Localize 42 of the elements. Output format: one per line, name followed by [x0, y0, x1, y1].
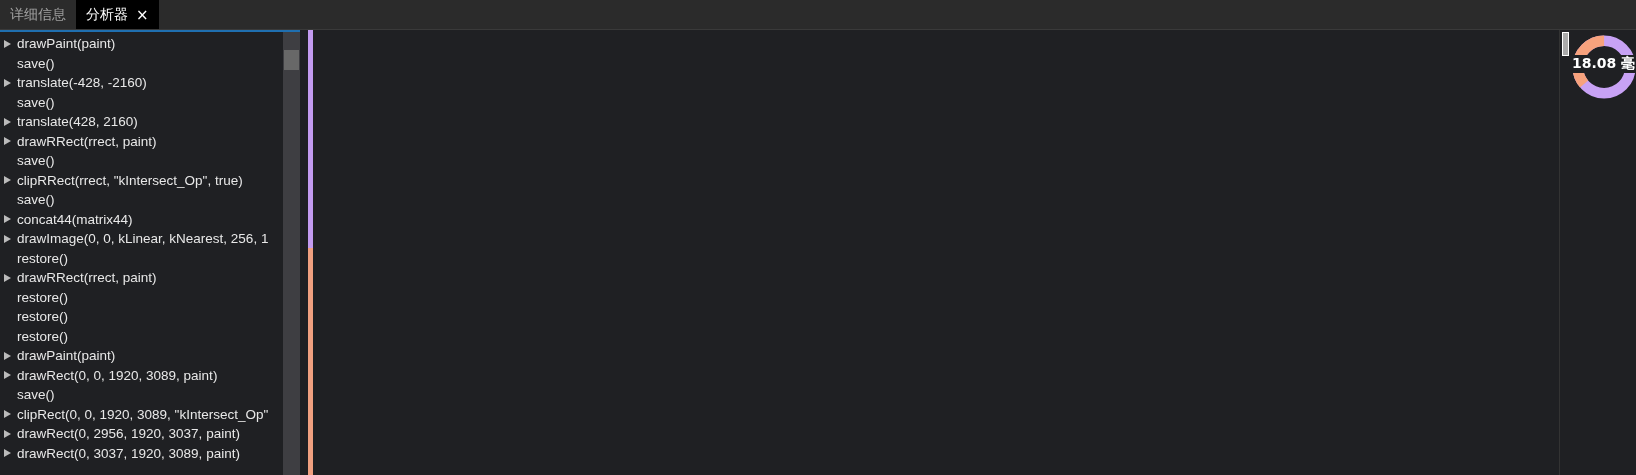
expand-triangle-icon[interactable] [4, 39, 11, 48]
frame-time-label: 18.08 毫 [1570, 55, 1636, 73]
command-text[interactable]: drawRect(0, 0, 1920, 3089, paint) [17, 367, 218, 383]
command-text[interactable]: restore() [17, 289, 68, 305]
expand-triangle-icon[interactable] [4, 429, 11, 438]
command-text[interactable]: drawPaint(paint) [17, 348, 116, 364]
command-text[interactable]: concat44(matrix44) [17, 211, 133, 227]
command-text[interactable]: save() [17, 387, 55, 403]
scrollbar[interactable] [283, 32, 300, 475]
expand-triangle-icon[interactable] [4, 78, 11, 87]
expand-triangle-icon[interactable] [4, 137, 11, 146]
expand-triangle-icon[interactable] [4, 449, 11, 458]
command-text[interactable]: save() [17, 94, 55, 110]
command-text[interactable]: translate(-428, -2160) [17, 75, 147, 91]
command-text[interactable]: restore() [17, 309, 68, 325]
tab[interactable]: 分析器 × [76, 0, 159, 29]
scrollbar-thumb[interactable] [284, 50, 299, 70]
command-text[interactable]: restore() [17, 250, 68, 266]
command-text[interactable]: save() [17, 192, 55, 208]
command-text[interactable]: clipRect(0, 0, 1920, 3089, "kIntersect_Op" [17, 406, 269, 422]
expand-triangle-icon[interactable] [4, 215, 11, 224]
command-text[interactable]: save() [17, 153, 55, 169]
tab[interactable]: 详细信息 [0, 0, 76, 29]
expand-triangle-icon[interactable] [4, 351, 11, 360]
command-text[interactable]: drawRRect(rrect, paint) [17, 133, 157, 149]
command-text[interactable]: drawPaint(paint) [17, 36, 116, 52]
expand-triangle-icon[interactable] [4, 234, 11, 243]
command-text[interactable]: clipRRect(rrect, "kIntersect_Op", true) [17, 172, 243, 188]
command-text[interactable]: drawRRect(rrect, paint) [17, 270, 157, 286]
command-text[interactable]: save() [17, 55, 55, 71]
command-text[interactable]: drawImage(0, 0, kLinear, kNearest, 256, 1 [17, 231, 269, 247]
expand-triangle-icon[interactable] [4, 371, 11, 380]
command-text[interactable]: drawRect(0, 3037, 1920, 3089, paint) [17, 445, 240, 461]
expand-triangle-icon[interactable] [4, 273, 11, 282]
command-text[interactable]: translate(428, 2160) [17, 114, 138, 130]
expand-triangle-icon[interactable] [4, 117, 11, 126]
expand-triangle-icon[interactable] [4, 410, 11, 419]
close-icon[interactable]: × [136, 5, 149, 24]
command-text[interactable]: drawRect(0, 2956, 1920, 3037, paint) [17, 426, 240, 442]
slider-handle[interactable] [1562, 32, 1569, 56]
expand-triangle-icon[interactable] [4, 176, 11, 185]
command-text[interactable]: restore() [17, 328, 68, 344]
